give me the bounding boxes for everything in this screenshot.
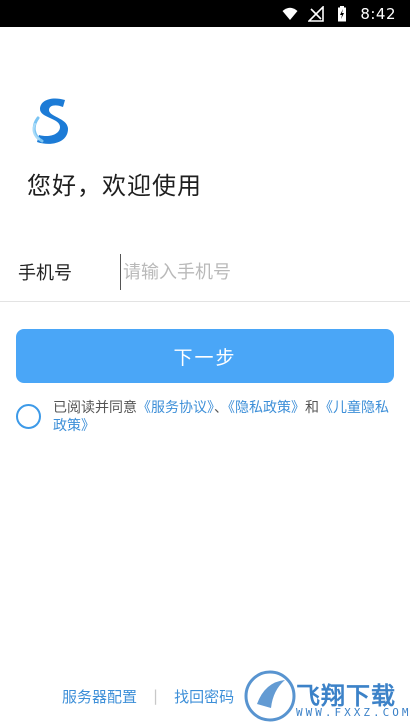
agreement-radio[interactable]: [16, 404, 41, 429]
phone-row: 手机号: [0, 246, 410, 302]
watermark-url: WWW.FXXZ.COM: [296, 706, 410, 719]
agreement-separator: 、: [214, 400, 228, 416]
battery-charging-icon: [338, 5, 347, 21]
service-agreement-link[interactable]: 《服务协议》: [137, 400, 214, 416]
agreement-and: 和: [305, 400, 319, 416]
wifi-icon: [282, 7, 298, 20]
status-bar: 8:42: [0, 0, 410, 27]
bottom-separator: |: [153, 687, 159, 705]
brand-s-logo: [32, 98, 68, 144]
phone-input[interactable]: [120, 254, 390, 290]
signal-icon: [308, 5, 325, 22]
agreement-prefix: 已阅读并同意: [53, 400, 137, 416]
welcome-title: 您好，欢迎使用: [27, 172, 202, 200]
status-time: 8:42: [360, 4, 396, 23]
recover-password-link[interactable]: 找回密码: [174, 686, 234, 707]
phone-label: 手机号: [18, 263, 72, 284]
next-step-button[interactable]: 下一步: [16, 329, 394, 383]
server-config-link[interactable]: 服务器配置: [62, 686, 137, 707]
agreement-text: 已阅读并同意《服务协议》、《隐私政策》和《儿童隐私政策》: [53, 399, 398, 435]
privacy-policy-link[interactable]: 《隐私政策》: [228, 400, 305, 416]
